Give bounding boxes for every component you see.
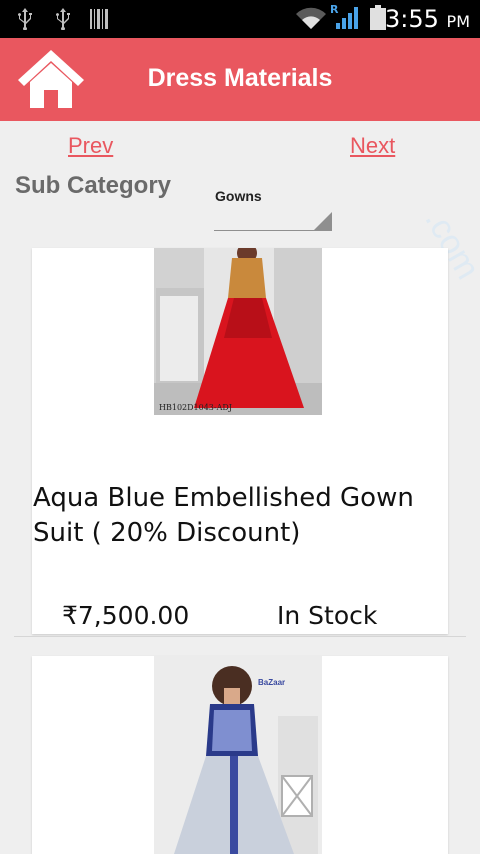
- product-card[interactable]: BaZaar: [32, 656, 448, 854]
- image-brand-text: BaZaar: [258, 678, 286, 687]
- product-image[interactable]: BaZaar: [154, 656, 322, 854]
- spinner-selected-value: Gowns: [215, 188, 262, 204]
- product-price: ₹7,500.00: [62, 601, 190, 630]
- status-time: 3:55 PM: [385, 5, 470, 33]
- product-image[interactable]: HB102D1043-ADJ: [154, 248, 322, 415]
- image-caption: HB102D1043-ADJ: [159, 403, 232, 412]
- sub-category-spinner[interactable]: Gowns: [214, 180, 332, 231]
- stock-status: In Stock: [277, 601, 378, 630]
- app-header: Dress Materials: [0, 38, 480, 121]
- usb-icon: [56, 8, 70, 30]
- barcode-icon: [90, 9, 108, 29]
- status-bar: R 3:55 PM: [0, 0, 480, 38]
- next-link[interactable]: Next: [350, 133, 395, 159]
- ampm-text: PM: [446, 12, 470, 31]
- product-title: Aqua Blue Embellished Gown Suit ( 20% Di…: [33, 483, 414, 548]
- gown-image-red: [154, 248, 322, 415]
- time-text: 3:55: [385, 5, 439, 33]
- sub-category-label: Sub Category: [15, 172, 172, 199]
- dropdown-arrow-icon: [314, 212, 332, 230]
- usb-icon: [18, 8, 32, 30]
- divider: [14, 636, 466, 637]
- signal-icon: [336, 7, 358, 29]
- page-title: Dress Materials: [147, 64, 333, 92]
- prev-link[interactable]: Prev: [68, 133, 113, 159]
- gown-image-blue: [154, 656, 322, 854]
- product-card[interactable]: HB102D1043-ADJ Aqua Blue Embellished Gow…: [32, 248, 448, 634]
- battery-icon: [370, 5, 386, 30]
- wifi-icon: [296, 7, 326, 30]
